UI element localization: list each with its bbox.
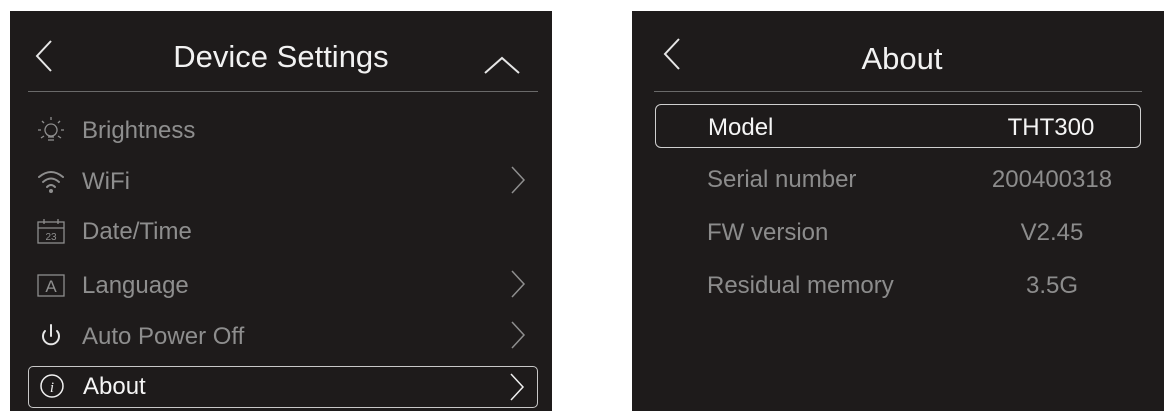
calendar-icon: 23 — [36, 217, 66, 245]
svg-text:i: i — [50, 380, 54, 396]
menu-item-date-time[interactable]: 23 Date/Time — [28, 211, 538, 251]
info-value: THT300 — [1007, 114, 1095, 141]
page-title: Device Settings — [173, 39, 389, 74]
menu-item-label: Auto Power Off — [82, 323, 245, 350]
info-key: FW version — [707, 219, 829, 246]
menu-item-label: Brightness — [82, 117, 196, 144]
brightness-icon — [36, 116, 66, 144]
info-key: Residual memory — [707, 272, 894, 299]
menu-item-wifi[interactable]: WiFi — [28, 161, 538, 201]
device-settings-header: Device Settings — [10, 11, 552, 93]
about-screen: About Model THT300 Serial number 2004003… — [632, 11, 1164, 411]
menu-item-about[interactable]: i About — [28, 366, 538, 408]
chevron-right-icon — [510, 269, 526, 299]
info-key: Serial number — [707, 166, 857, 193]
header-divider — [28, 91, 538, 92]
page-title: About — [861, 41, 943, 76]
header-divider — [654, 91, 1142, 92]
info-value: V2.45 — [1020, 219, 1084, 246]
menu-item-label: Date/Time — [82, 218, 192, 245]
chevron-right-icon — [509, 372, 525, 402]
scroll-up-button[interactable] — [483, 55, 521, 75]
info-row-residual-memory[interactable]: Residual memory 3.5G — [655, 263, 1141, 307]
menu-item-label: Language — [82, 272, 189, 299]
menu-item-label: WiFi — [82, 168, 130, 195]
menu-item-language[interactable]: A Language — [28, 265, 538, 305]
svg-text:23: 23 — [45, 232, 57, 243]
power-icon — [36, 322, 66, 350]
menu-item-brightness[interactable]: Brightness — [28, 110, 538, 150]
chevron-up-icon — [484, 56, 520, 74]
svg-text:A: A — [45, 277, 57, 296]
chevron-right-icon — [510, 320, 526, 350]
about-header: About — [632, 11, 1164, 93]
device-settings-screen: Device Settings Brightness WiFi 23 Date/… — [10, 11, 552, 411]
chevron-right-icon — [510, 165, 526, 195]
menu-item-auto-power-off[interactable]: Auto Power Off — [28, 316, 538, 356]
menu-item-label: About — [83, 373, 146, 400]
language-icon: A — [36, 271, 66, 299]
info-row-fw-version[interactable]: FW version V2.45 — [655, 210, 1141, 254]
info-icon: i — [37, 372, 67, 400]
info-value: 3.5G — [1025, 272, 1079, 299]
info-row-serial-number[interactable]: Serial number 200400318 — [655, 157, 1141, 201]
wifi-icon — [36, 167, 66, 195]
info-value: 200400318 — [991, 166, 1113, 193]
info-row-model[interactable]: Model THT300 — [655, 104, 1141, 148]
info-key: Model — [708, 114, 774, 141]
